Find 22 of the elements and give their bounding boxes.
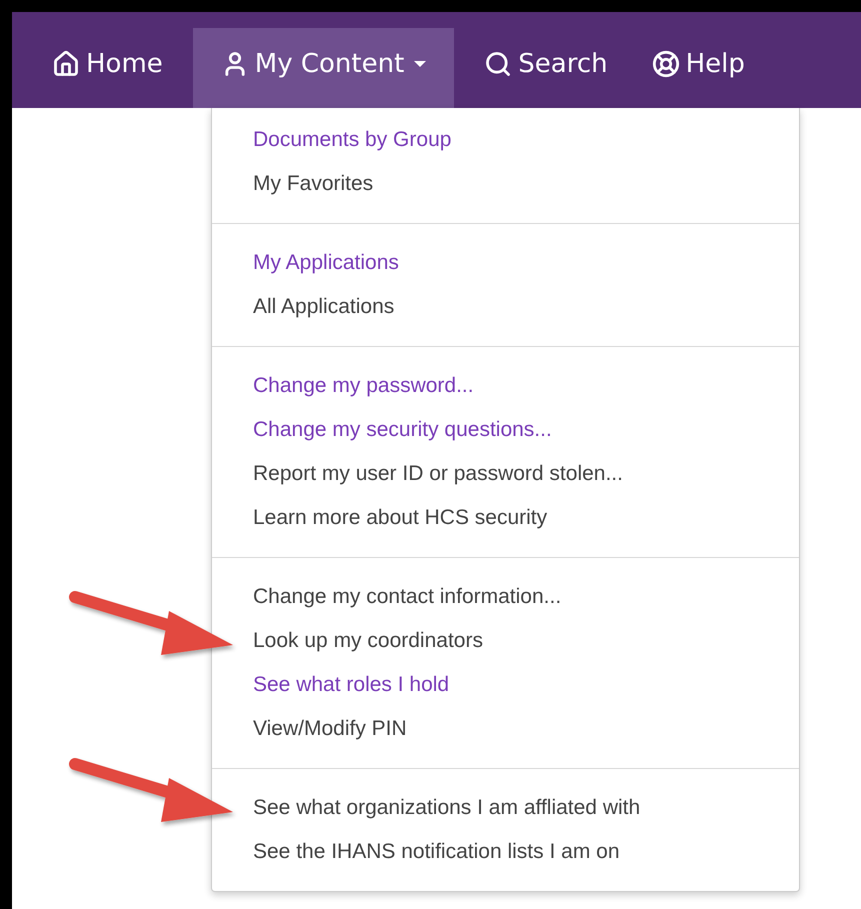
menu-item[interactable]: See what roles I hold — [253, 663, 450, 707]
menu-item[interactable]: Change my password... — [253, 364, 474, 408]
menu-item[interactable]: Change my security questions... — [253, 408, 552, 452]
nav-tab[interactable]: My Content — [192, 28, 454, 108]
lifebuoy-icon — [652, 50, 680, 78]
home-icon — [52, 50, 80, 78]
menu-item[interactable]: See the IHANS notification lists I am on — [253, 830, 620, 874]
nav-tab[interactable]: Home — [38, 28, 177, 108]
menu-item[interactable]: See what organizations I am affliated with — [253, 786, 640, 830]
menu-item[interactable]: Documents by Group — [253, 118, 452, 162]
menu-item[interactable]: View/Modify PIN — [253, 707, 407, 751]
caret-icon — [414, 60, 426, 68]
menu-item[interactable]: Learn more about HCS security — [253, 496, 548, 540]
menu-item[interactable]: Report my user ID or password stolen... — [253, 452, 623, 496]
nav-tab[interactable]: Help — [638, 28, 759, 108]
menu-item[interactable]: Look up my coordinators — [253, 619, 483, 663]
menu-item[interactable]: My Applications — [253, 241, 399, 285]
menu-item[interactable]: All Applications — [253, 285, 394, 329]
menu-item[interactable]: Change my contact information... — [253, 575, 562, 619]
menu-item[interactable]: My Favorites — [253, 162, 374, 206]
search-icon — [484, 50, 512, 78]
nav-tab[interactable]: Search — [470, 28, 622, 108]
